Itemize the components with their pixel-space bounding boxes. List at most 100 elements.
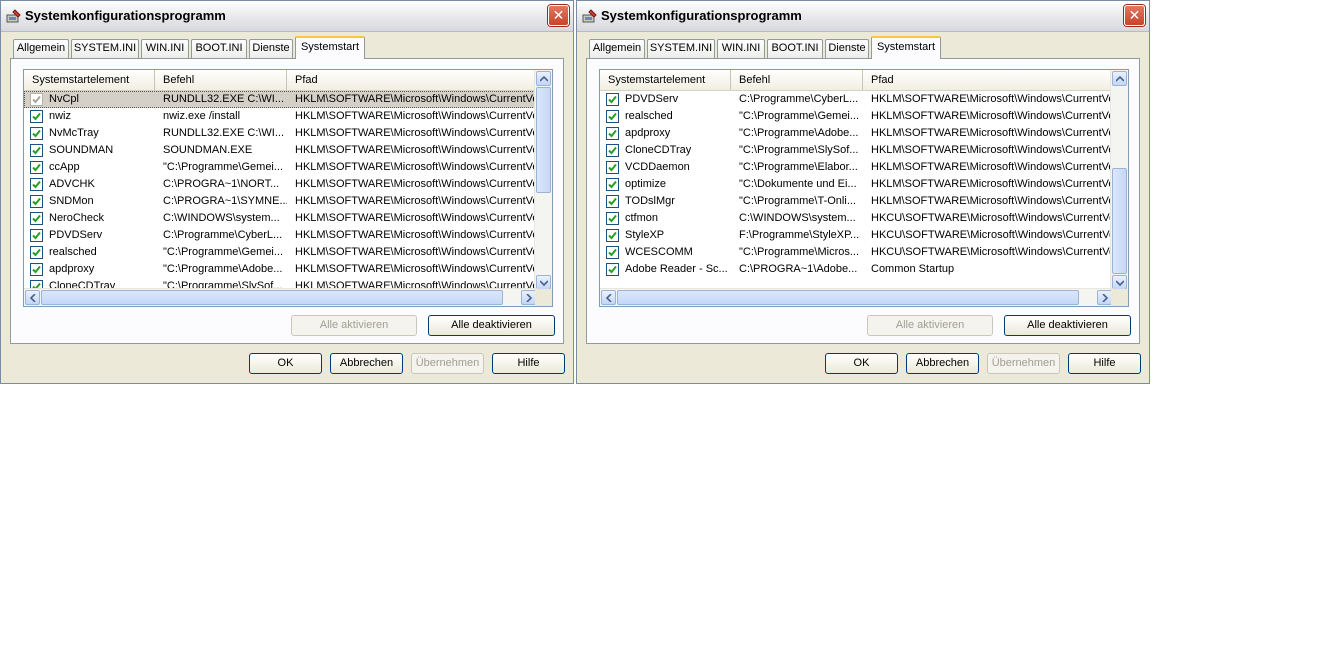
enable-checkbox[interactable] (606, 178, 619, 191)
tab-dienste[interactable]: Dienste (249, 39, 293, 58)
tab-win-ini[interactable]: WIN.INI (717, 39, 765, 58)
enable-checkbox[interactable] (606, 212, 619, 225)
help-button[interactable]: Hilfe (492, 353, 565, 374)
table-row[interactable]: StyleXP F:\Programme\StyleXP... HKCU\SOFTW… (600, 227, 1113, 244)
cell-command: nwiz.exe /install (163, 110, 241, 122)
column-header-pfad[interactable]: Pfad (863, 70, 1113, 90)
enable-checkbox[interactable] (30, 110, 43, 123)
table-row[interactable]: Adobe Reader - Sc... C:\PROGRA~1\Adobe...… (600, 261, 1113, 278)
table-row[interactable]: NvCpl RUNDLL32.EXE C:\WI... HKLM\SOFTWARE\… (24, 91, 537, 108)
enable-checkbox[interactable] (30, 195, 43, 208)
table-row[interactable]: optimize "C:\Dokumente und Ei... HKLM\SOFT… (600, 176, 1113, 193)
column-header-systemstartelement[interactable]: Systemstartelement (24, 70, 155, 90)
horizontal-scrollbar[interactable] (24, 288, 537, 306)
column-header-pfad[interactable]: Pfad (287, 70, 537, 90)
tab-system-ini[interactable]: SYSTEM.INI (647, 39, 715, 58)
tab-systemstart[interactable]: Systemstart (871, 36, 941, 59)
enable-checkbox[interactable] (30, 161, 43, 174)
table-row[interactable]: NvMcTray RUNDLL32.EXE C:\WI... HKLM\SOFTWA… (24, 125, 537, 142)
enable-checkbox[interactable] (606, 93, 619, 106)
enable-checkbox[interactable] (30, 246, 43, 259)
table-row[interactable]: apdproxy "C:\Programme\Adobe... HKLM\SOFTW… (24, 261, 537, 278)
enable-checkbox[interactable] (606, 144, 619, 157)
table-row[interactable]: realsched "C:\Programme\Gemei... HKLM\SOFT… (600, 108, 1113, 125)
scroll-right-button[interactable] (521, 290, 536, 305)
enable-checkbox[interactable] (606, 110, 619, 123)
enable-checkbox[interactable] (606, 246, 619, 259)
tab-boot-ini[interactable]: BOOT.INI (767, 39, 823, 58)
enable-checkbox[interactable] (30, 212, 43, 225)
apply-button[interactable]: Übernehmen (987, 353, 1060, 374)
tab-dienste[interactable]: Dienste (825, 39, 869, 58)
column-header-befehl[interactable]: Befehl (731, 70, 863, 90)
enable-checkbox[interactable] (30, 93, 43, 106)
tab-systemstart[interactable]: Systemstart (295, 36, 365, 59)
scroll-right-button[interactable] (1097, 290, 1112, 305)
enable-all-button[interactable]: Alle aktivieren (867, 315, 993, 336)
horizontal-scroll-thumb[interactable] (617, 290, 1079, 305)
column-header-systemstartelement[interactable]: Systemstartelement (600, 70, 731, 90)
table-row[interactable]: TODslMgr "C:\Programme\T-Onli... HKLM\SOFT… (600, 193, 1113, 210)
cell-path: HKLM\SOFTWARE\Microsoft\Windows\CurrentV… (871, 93, 1113, 105)
table-row[interactable]: SOUNDMAN SOUNDMAN.EXE HKLM\SOFTWARE\Micros… (24, 142, 537, 159)
scroll-up-button[interactable] (536, 71, 551, 86)
enable-checkbox[interactable] (30, 263, 43, 276)
close-button[interactable]: ✕ (1124, 5, 1145, 26)
scroll-up-button[interactable] (1112, 71, 1127, 86)
scroll-down-button[interactable] (1112, 275, 1127, 290)
tab-allgemein[interactable]: Allgemein (589, 39, 645, 58)
cell-path: HKLM\SOFTWARE\Microsoft\Windows\CurrentV… (295, 263, 537, 275)
apply-button[interactable]: Übernehmen (411, 353, 484, 374)
scroll-left-button[interactable] (601, 290, 616, 305)
vertical-scrollbar[interactable] (534, 70, 552, 291)
table-row[interactable]: SNDMon C:\PROGRA~1\SYMNE... HKLM\SOFTWARE\… (24, 193, 537, 210)
close-button[interactable]: ✕ (548, 5, 569, 26)
enable-checkbox[interactable] (606, 263, 619, 276)
table-row[interactable]: CloneCDTray "C:\Programme\SlySof... HKLM\S… (600, 142, 1113, 159)
ok-button[interactable]: OK (825, 353, 898, 374)
title-bar[interactable]: Systemkonfigurationsprogramm ✕ (577, 1, 1149, 32)
table-row[interactable]: PDVDServ C:\Programme\CyberL... HKLM\SOFTW… (600, 91, 1113, 108)
startup-items-list[interactable]: Systemstartelement Befehl Pfad PDVDServ C:\P… (599, 69, 1129, 307)
enable-checkbox[interactable] (30, 144, 43, 157)
ok-button[interactable]: OK (249, 353, 322, 374)
cancel-button[interactable]: Abbrechen (906, 353, 979, 374)
startup-items-list[interactable]: Systemstartelement Befehl Pfad NvCpl RUNDLL3… (23, 69, 553, 307)
enable-checkbox[interactable] (606, 229, 619, 242)
enable-checkbox[interactable] (606, 195, 619, 208)
tab-win-ini[interactable]: WIN.INI (141, 39, 189, 58)
disable-all-button[interactable]: Alle deaktivieren (1004, 315, 1131, 336)
tab-boot-ini[interactable]: BOOT.INI (191, 39, 247, 58)
table-row[interactable]: VCDDaemon "C:\Programme\Elabor... HKLM\SOF… (600, 159, 1113, 176)
enable-checkbox[interactable] (30, 127, 43, 140)
vertical-scroll-thumb[interactable] (1112, 168, 1127, 274)
table-row[interactable]: realsched "C:\Programme\Gemei... HKLM\SOFT… (24, 244, 537, 261)
enable-all-button[interactable]: Alle aktivieren (291, 315, 417, 336)
horizontal-scroll-thumb[interactable] (41, 290, 503, 305)
table-row[interactable]: ccApp "C:\Programme\Gemei... HKLM\SOFTWARE… (24, 159, 537, 176)
enable-checkbox[interactable] (30, 229, 43, 242)
table-row[interactable]: WCESCOMM "C:\Programme\Micros... HKCU\SOFT… (600, 244, 1113, 261)
table-row[interactable]: PDVDServ C:\Programme\CyberL... HKLM\SOFTW… (24, 227, 537, 244)
horizontal-scrollbar[interactable] (600, 288, 1113, 306)
enable-checkbox[interactable] (606, 127, 619, 140)
vertical-scroll-thumb[interactable] (536, 87, 551, 193)
column-header-befehl[interactable]: Befehl (155, 70, 287, 90)
help-button[interactable]: Hilfe (1068, 353, 1141, 374)
table-row[interactable]: nwiz nwiz.exe /install HKLM\SOFTWARE\Micro… (24, 108, 537, 125)
tab-system-ini[interactable]: SYSTEM.INI (71, 39, 139, 58)
close-icon: ✕ (1128, 7, 1141, 23)
disable-all-button[interactable]: Alle deaktivieren (428, 315, 555, 336)
table-row[interactable]: apdproxy "C:\Programme\Adobe... HKLM\SOFTW… (600, 125, 1113, 142)
table-row[interactable]: ADVCHK C:\PROGRA~1\NORT... HKLM\SOFTWARE\M… (24, 176, 537, 193)
scroll-left-button[interactable] (25, 290, 40, 305)
vertical-scrollbar[interactable] (1110, 70, 1128, 291)
scroll-down-button[interactable] (536, 275, 551, 290)
table-row[interactable]: ctfmon C:\WINDOWS\system... HKCU\SOFTWARE\… (600, 210, 1113, 227)
enable-checkbox[interactable] (30, 178, 43, 191)
table-row[interactable]: NeroCheck C:\WINDOWS\system... HKLM\SOFTWA… (24, 210, 537, 227)
tab-allgemein[interactable]: Allgemein (13, 39, 69, 58)
enable-checkbox[interactable] (606, 161, 619, 174)
title-bar[interactable]: Systemkonfigurationsprogramm ✕ (1, 1, 573, 32)
cancel-button[interactable]: Abbrechen (330, 353, 403, 374)
